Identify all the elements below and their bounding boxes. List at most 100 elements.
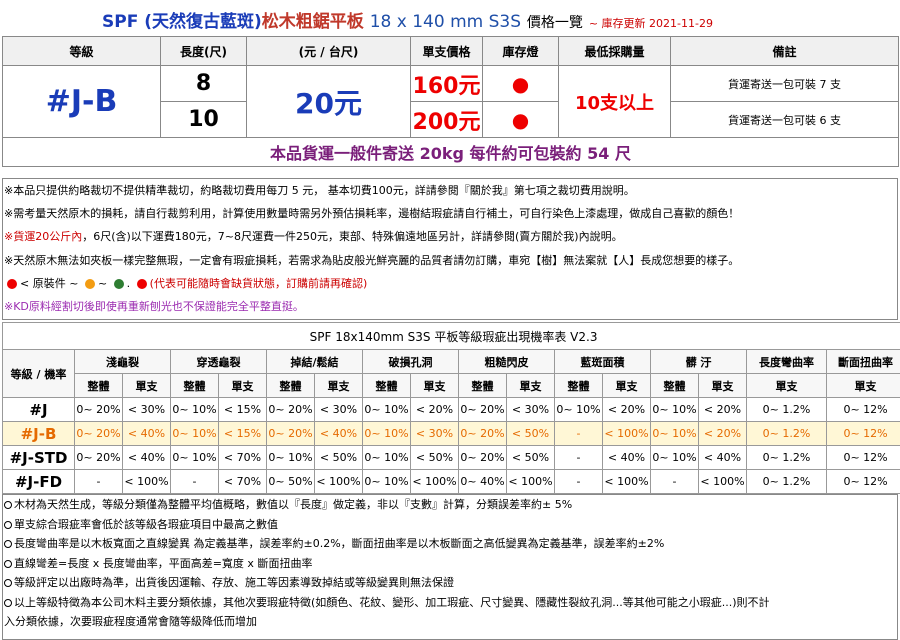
defect-cell: 0~ 1.2% <box>746 421 827 446</box>
sub-header-single: 單支 <box>218 373 267 398</box>
defect-cell: 0~ 20% <box>266 421 315 446</box>
defect-cell: 0~ 12% <box>825 469 900 494</box>
defect-cell: 0~ 20% <box>74 397 123 422</box>
sub-header-whole: 整體 <box>170 373 219 398</box>
defect-cell: - <box>74 469 123 494</box>
bullet-icon <box>4 501 12 509</box>
length-cell: 8 <box>160 65 247 102</box>
note-line: ※貨運20公斤內，6尺(含)以下運費180元，7~8尺運費一件250元，東部、特… <box>4 225 897 248</box>
red-dot-icon <box>7 278 17 289</box>
defect-cell: - <box>650 469 699 494</box>
defect-subheader-row: 整體 單支 整體 單支 整體 單支 整體 單支 整體 單支 整體 單支 整體 單支 單支 單支 <box>3 373 900 398</box>
bottom-notes-box: 木材為天然生成，等級分類僅為整體平均值概略，數值以『長度』做定義，非以『支數』計… <box>2 494 898 640</box>
defect-cell: 0~ 20% <box>266 397 315 422</box>
defect-cell: 0~ 10% <box>266 445 315 470</box>
defect-cell: 0~ 20% <box>458 421 507 446</box>
sub-header-single: 單支 <box>410 373 459 398</box>
defect-row: #J-B 0~ 20% < 40% 0~ 10% < 15% 0~ 20% < 40% 0~ … <box>2 421 900 446</box>
sub-header-single: 單支 <box>602 373 651 398</box>
title-dims: 18 x 140 mm S3S <box>369 12 521 32</box>
header-note: 備註 <box>670 36 899 66</box>
defect-cell: < 15% <box>218 397 267 422</box>
defect-cell: < 40% <box>698 445 747 470</box>
defect-cell: 0~ 1.2% <box>746 397 827 422</box>
defect-cell: < 30% <box>506 397 555 422</box>
sub-header-whole: 整體 <box>74 373 123 398</box>
sub-header-single: 單支 <box>698 373 747 398</box>
sub-header-whole: 整體 <box>650 373 699 398</box>
defect-cell: 0~ 10% <box>362 421 411 446</box>
page: SPF (天然復古藍斑)松木粗鋸平板 18 x 140 mm S3S 價格一覽 … <box>0 0 900 640</box>
defect-group: 破損孔洞 <box>362 349 459 374</box>
bottom-note-text: 單支綜合瑕疵率會低於該等級各瑕疵項目中最高之數值 <box>14 517 278 531</box>
sub-header-whole: 整體 <box>458 373 507 398</box>
defect-cell: 0~ 20% <box>74 421 123 446</box>
min-order-cell: 10支以上 <box>558 65 671 138</box>
defect-cell: < 50% <box>506 421 555 446</box>
note-cell: 貨運寄送一包可裝 6 支 <box>670 101 899 138</box>
defect-cell: 0~ 12% <box>825 421 900 446</box>
defect-cell: 0~ 10% <box>170 445 219 470</box>
defect-row-grade: #J-FD <box>2 469 75 494</box>
bottom-note-text: 木材為天然生成，等級分類僅為整體平均值概略，數值以『長度』做定義，非以『支數』計… <box>14 498 573 511</box>
stock-light: ● <box>482 65 559 102</box>
defect-cell: 0~ 10% <box>650 421 699 446</box>
notes-box: ※本品只提供約略裁切不提供精準裁切，約略裁切費用每刀 5 元， 基本切費100元… <box>2 178 898 320</box>
header-single-price: 單支價格 <box>410 36 483 66</box>
defect-cell: 0~ 10% <box>362 397 411 422</box>
defect-cell: 0~ 10% <box>170 421 219 446</box>
bullet-icon <box>4 559 12 568</box>
note-line: ※本品只提供約略裁切不提供精準裁切，約略裁切費用每刀 5 元， 基本切費100元… <box>4 184 635 197</box>
defect-cell: < 100% <box>506 469 555 494</box>
defect-cell: 0~ 10% <box>650 397 699 422</box>
sub-header-single: 單支 <box>746 373 827 398</box>
defect-cell: < 15% <box>218 421 267 446</box>
defect-cell: < 30% <box>122 397 171 422</box>
defect-cell: < 30% <box>410 421 459 446</box>
shipping-note: 本品貨運一般件寄送 20kg 每件約可包裝約 54 尺 <box>2 137 899 167</box>
defect-cell: < 20% <box>698 421 747 446</box>
bullet-icon <box>4 598 12 607</box>
bottom-note: 以上等級特徵為本公司木料主要分類依據，其他次要瑕疵特徵(如顏色、花紋、變形、加工… <box>4 593 897 613</box>
defect-cell: 0~ 20% <box>458 397 507 422</box>
red-dot-icon <box>136 278 147 289</box>
defect-cell: < 20% <box>698 397 747 422</box>
title-bar: SPF (天然復古藍斑)松木粗鋸平板 18 x 140 mm S3S 價格一覽 … <box>0 0 900 36</box>
defect-cell: 0~ 12% <box>825 397 900 422</box>
defect-cell: < 50% <box>314 445 363 470</box>
title-subtitle: (天然復古藍斑) <box>144 12 262 32</box>
defect-cell: 0~ 1.2% <box>746 445 827 470</box>
title-product: 松木粗鋸平板 <box>261 12 364 32</box>
defect-group: 掉結/鬆結 <box>266 349 363 374</box>
bottom-note-text: 直線彎差=長度 x 長度彎曲率，平面高差=寬度 x 斷面扭曲率 <box>14 556 313 570</box>
defect-cell: < 40% <box>122 445 171 470</box>
defect-row-grade: #J <box>2 397 75 422</box>
defect-cell: 0~ 10% <box>554 397 603 422</box>
defect-cell: 0~ 12% <box>825 445 900 470</box>
defect-row: #J 0~ 20% < 30% 0~ 10% < 15% 0~ 20% < 30% 0~ 10… <box>2 397 900 422</box>
length-cell: 10 <box>160 101 247 138</box>
defect-row-grade: #J-STD <box>2 445 75 470</box>
defect-cell: - <box>170 469 219 494</box>
note-line: ※KD原料經割切後即使再重新刨光也不保證能完全平整直挺。 <box>4 300 304 314</box>
bullet-icon <box>4 520 12 529</box>
header-min-order: 最低採購量 <box>558 36 671 66</box>
defect-cell: < 20% <box>410 397 459 422</box>
title-pricelist: 價格一覽 <box>526 15 583 31</box>
defect-cell: 0~ 50% <box>266 469 315 494</box>
sub-header-whole: 整體 <box>266 373 315 398</box>
sub-header-single: 單支 <box>122 373 171 398</box>
defect-cell: < 70% <box>218 469 267 494</box>
defect-row-grade: #J-B <box>2 421 75 446</box>
defect-cell: 0~ 10% <box>650 445 699 470</box>
bottom-note-text: 長度彎曲率是以木板寬面之直線變異 為定義基準，誤差率約±0.2%，斷面扭曲率是以… <box>14 537 665 550</box>
note-red-prefix: ※貨運20公斤內 <box>4 230 83 244</box>
defect-cell: - <box>554 421 603 446</box>
single-price-cell: 200元 <box>410 101 483 138</box>
defect-table: SPF 18x140mm S3S 平板等級瑕疵出現機率表 V2.3 等級 / 機… <box>1 322 900 494</box>
defect-cell: 0~ 20% <box>74 445 123 470</box>
defect-group: 斷面扭曲率 <box>825 349 900 374</box>
bottom-note-text: 以上等級特徵為本公司木料主要分類依據，其他次要瑕疵特徵(如顏色、花紋、變形、加工… <box>14 595 770 609</box>
defect-cell: 0~ 20% <box>458 445 507 470</box>
defect-cell: < 30% <box>314 397 363 422</box>
